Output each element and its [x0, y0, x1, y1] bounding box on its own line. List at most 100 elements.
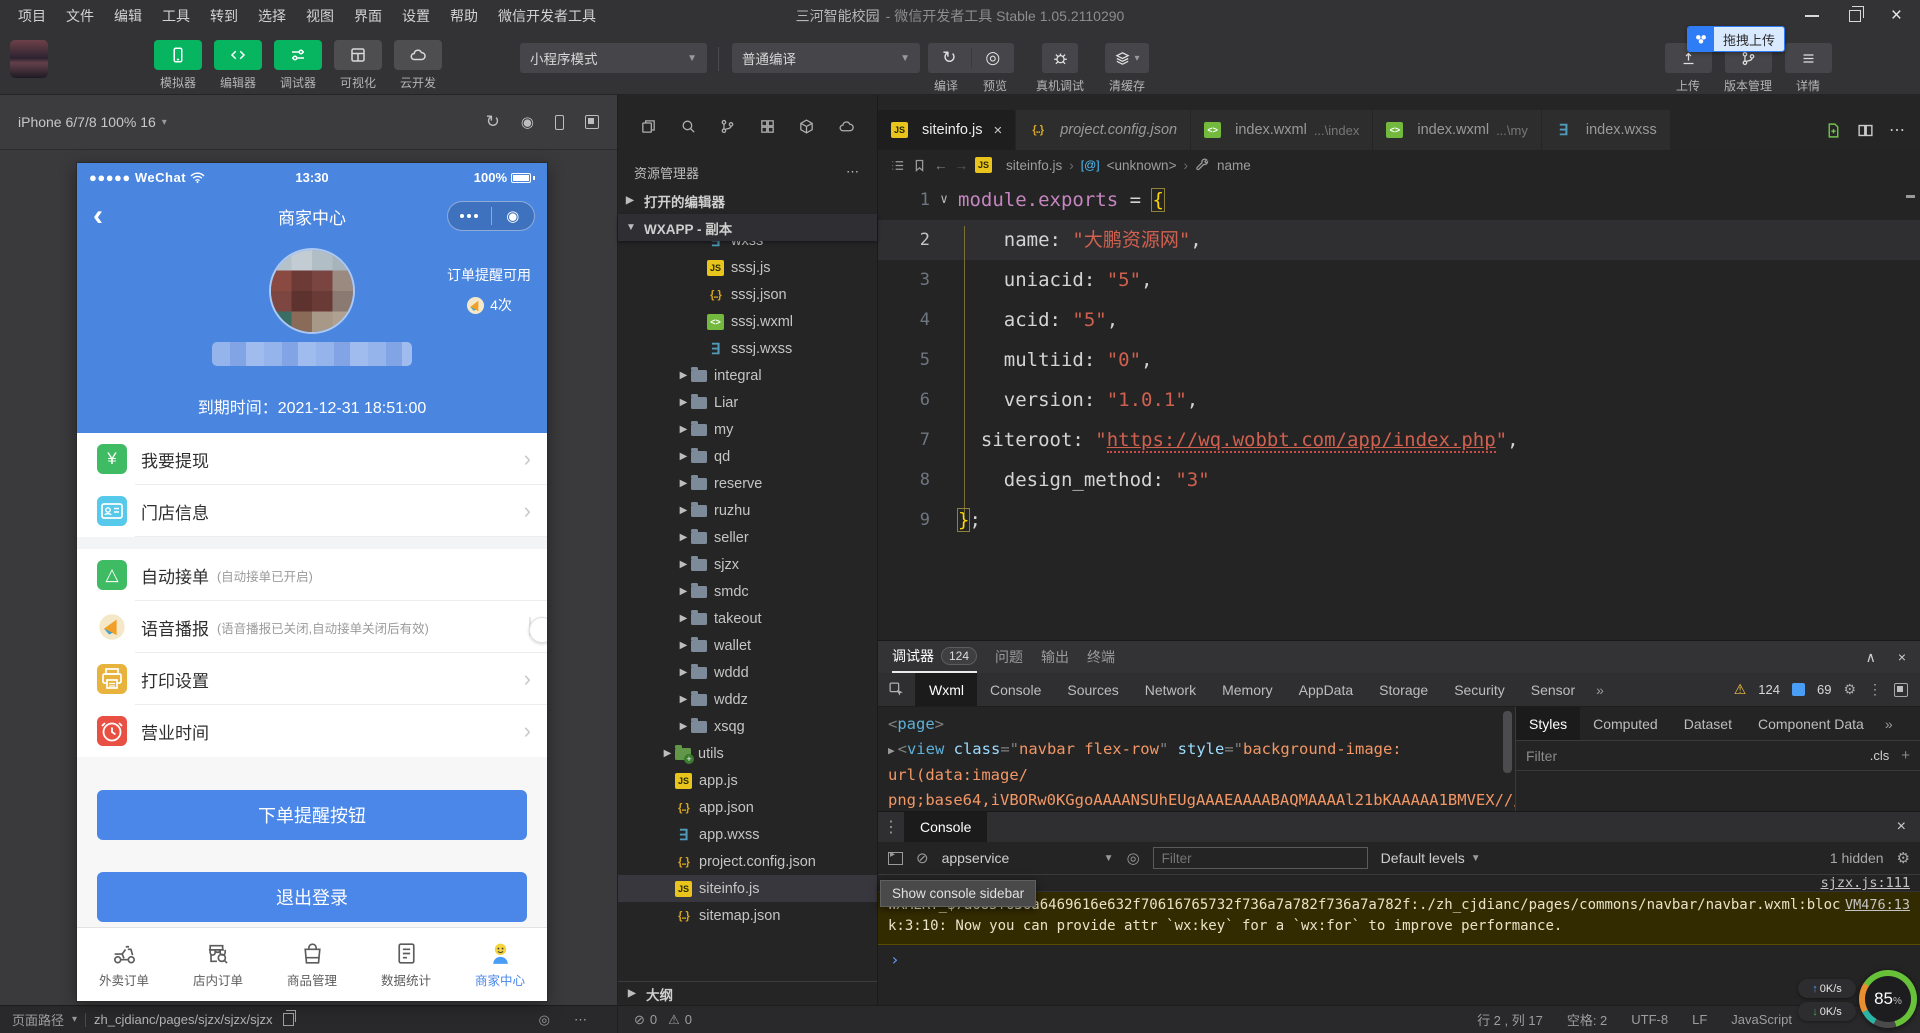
编辑器-button[interactable] [214, 40, 262, 70]
wxml-tree[interactable]: <page>▶<view class="navbar flex-row" sty… [878, 707, 1515, 811]
云开发-button[interactable] [394, 40, 442, 70]
wxml-line[interactable]: <page> [888, 712, 1505, 737]
home-button[interactable]: ◉ [491, 207, 535, 225]
menu-item-打印设置[interactable]: 打印设置› [77, 653, 547, 705]
tabbar-item-数据统计[interactable]: 数据统计 [359, 928, 453, 1001]
devtools-tab-Wxml[interactable]: Wxml [916, 673, 977, 706]
more-tabs-icon[interactable]: » [1588, 673, 1612, 706]
menubar-item-设置[interactable]: 设置 [392, 3, 440, 29]
tabbar-item-店内订单[interactable]: 店内订单 [171, 928, 265, 1001]
file-item-app.json[interactable]: {..}app.json [618, 794, 877, 821]
file-item-wddz[interactable]: ▶wddz [618, 686, 877, 713]
back-icon[interactable]: ← [934, 158, 948, 173]
errors-icon[interactable]: ⊘ [634, 1012, 645, 1028]
warnings-icon[interactable]: ⚠ [668, 1012, 680, 1028]
compile-select[interactable]: 普通编译▼ [732, 43, 920, 73]
styles-tab-Dataset[interactable]: Dataset [1671, 707, 1745, 740]
mode-select[interactable]: 小程序模式▼ [520, 43, 707, 73]
menubar-item-帮助[interactable]: 帮助 [440, 3, 488, 29]
open-editors-section[interactable]: ▶ 打开的编辑器 [618, 187, 877, 214]
project-root-section[interactable]: ▼ WXAPP - 副本 [618, 214, 877, 241]
console-log-area[interactable]: sjzx.js:111 VM476:13 WXMLRT_$7a685f636a6… [878, 875, 1920, 1005]
tabbar-item-外卖订单[interactable]: 外卖订单 [77, 928, 171, 1001]
performance-gauge[interactable]: 85% [1859, 970, 1917, 1028]
file-item-sssj.wxss[interactable]: ∃sssj.wxss [618, 335, 877, 362]
wxml-line[interactable]: png;base64,iVBORw0KGgoAAAANSUhEUgAAAEAAA… [888, 788, 1505, 811]
styles-more-icon[interactable]: » [1877, 707, 1901, 740]
details-button[interactable] [1785, 43, 1832, 73]
cls-toggle[interactable]: .cls [1870, 748, 1890, 763]
preview-button[interactable]: ◎ [971, 48, 1015, 68]
console-settings-icon[interactable]: ⚙ [1897, 849, 1910, 867]
file-item-sitemap.json[interactable]: {..}sitemap.json [618, 902, 877, 929]
devtools-tab-Network[interactable]: Network [1132, 673, 1209, 706]
code-line-6[interactable]: 6 version: "1.0.1", [878, 380, 1920, 420]
log-source-link[interactable]: sjzx.js:111 [1821, 875, 1910, 891]
file-item-takeout[interactable]: ▶takeout [618, 605, 877, 632]
devtools-tab-Console[interactable]: Console [977, 673, 1054, 706]
clear-cache-button[interactable]: ▾ [1105, 43, 1149, 73]
code-line-3[interactable]: 3 uniacid: "5", [878, 260, 1920, 300]
outline-section[interactable]: ▶ 大纲 [618, 981, 877, 1005]
menubar-item-项目[interactable]: 项目 [8, 3, 56, 29]
devtools-tab-Memory[interactable]: Memory [1209, 673, 1286, 706]
menubar-item-选择[interactable]: 选择 [248, 3, 296, 29]
menu-item-门店信息[interactable]: 门店信息› [77, 485, 547, 537]
page-path-value[interactable]: zh_cjdianc/pages/sjzx/sjzx/sjzx [94, 1012, 272, 1027]
kebab-menu-icon[interactable]: ⋮ [1868, 681, 1882, 698]
menubar-item-工具[interactable]: 工具 [152, 3, 200, 29]
tab-console[interactable]: Console [904, 812, 987, 842]
menu-item-我要提现[interactable]: ¥我要提现› [77, 433, 547, 485]
console-close-icon[interactable]: × [1897, 812, 1920, 842]
npm-icon[interactable] [798, 118, 815, 135]
tab-close-icon[interactable]: × [993, 122, 1002, 139]
tab-output[interactable]: 输出 [1041, 647, 1069, 667]
breadcrumb-scope[interactable]: <unknown> [1107, 158, 1177, 173]
user-avatar[interactable] [10, 40, 48, 78]
indent-setting[interactable]: 空格: 2 [1567, 1010, 1607, 1029]
menubar-item-文件[interactable]: 文件 [56, 3, 104, 29]
code-line-4[interactable]: 4 acid: "5", [878, 300, 1920, 340]
可视化-button[interactable] [334, 40, 382, 70]
wxml-line[interactable]: ▶<view class="navbar flex-row" style="ba… [888, 737, 1505, 788]
tabbar-item-商品管理[interactable]: 商品管理 [265, 928, 359, 1001]
cloud-icon[interactable] [838, 118, 855, 135]
tabbar-item-商家中心[interactable]: 商家中心 [453, 928, 547, 1001]
file-item-wxss[interactable]: ∃wxss [618, 241, 877, 254]
code-line-2[interactable]: 2 name: "大鹏资源网", [878, 220, 1920, 260]
file-item-Liar[interactable]: ▶Liar [618, 389, 877, 416]
device-frame-icon[interactable] [555, 115, 564, 130]
file-item-reserve[interactable]: ▶reserve [618, 470, 877, 497]
devtools-tab-Security[interactable]: Security [1441, 673, 1518, 706]
file-item-wallet[interactable]: ▶wallet [618, 632, 877, 659]
more-button[interactable] [448, 214, 491, 218]
file-item-sssj.js[interactable]: JSsssj.js [618, 254, 877, 281]
merchant-avatar[interactable] [271, 250, 353, 332]
file-item-project.config.json[interactable]: {..}project.config.json [618, 848, 877, 875]
console-prompt[interactable]: › [878, 945, 1920, 974]
dock-side-icon[interactable] [1894, 683, 1908, 697]
encoding-setting[interactable]: UTF-8 [1631, 1012, 1668, 1027]
file-item-seller[interactable]: ▶seller [618, 524, 877, 551]
explorer-more-icon[interactable]: ⋯ [846, 164, 861, 180]
menu-item-语音播报[interactable]: 语音播报(语音播报已关闭,自动接单关闭后有效) [77, 601, 547, 653]
log-levels-select[interactable]: Default levels▼ [1381, 850, 1481, 866]
device-select[interactable]: iPhone 6/7/8 100% 16▾ [18, 114, 167, 130]
menubar-item-编辑[interactable]: 编辑 [104, 3, 152, 29]
code-line-5[interactable]: 5 multiid: "0", [878, 340, 1920, 380]
styles-tab-Computed[interactable]: Computed [1580, 707, 1671, 740]
file-item-utils[interactable]: ▶utils [618, 740, 877, 767]
editor-more-icon[interactable]: ⋯ [1889, 120, 1905, 140]
cursor-position[interactable]: 行 2 , 列 17 [1477, 1010, 1543, 1029]
copy-path-icon[interactable] [283, 1013, 294, 1026]
watch-icon[interactable]: ◎ [539, 1012, 550, 1028]
console-filter-input[interactable] [1153, 847, 1368, 869]
forward-icon[interactable]: → [955, 158, 969, 173]
file-item-qd[interactable]: ▶qd [618, 443, 877, 470]
source-control-icon[interactable] [719, 118, 736, 135]
close-button[interactable]: × [1891, 9, 1902, 23]
context-select[interactable]: appservice▼ [942, 850, 1114, 866]
back-button[interactable]: ‹ [77, 201, 119, 231]
split-editor-icon[interactable] [1857, 122, 1874, 139]
restart-icon[interactable]: ↻ [486, 112, 500, 132]
